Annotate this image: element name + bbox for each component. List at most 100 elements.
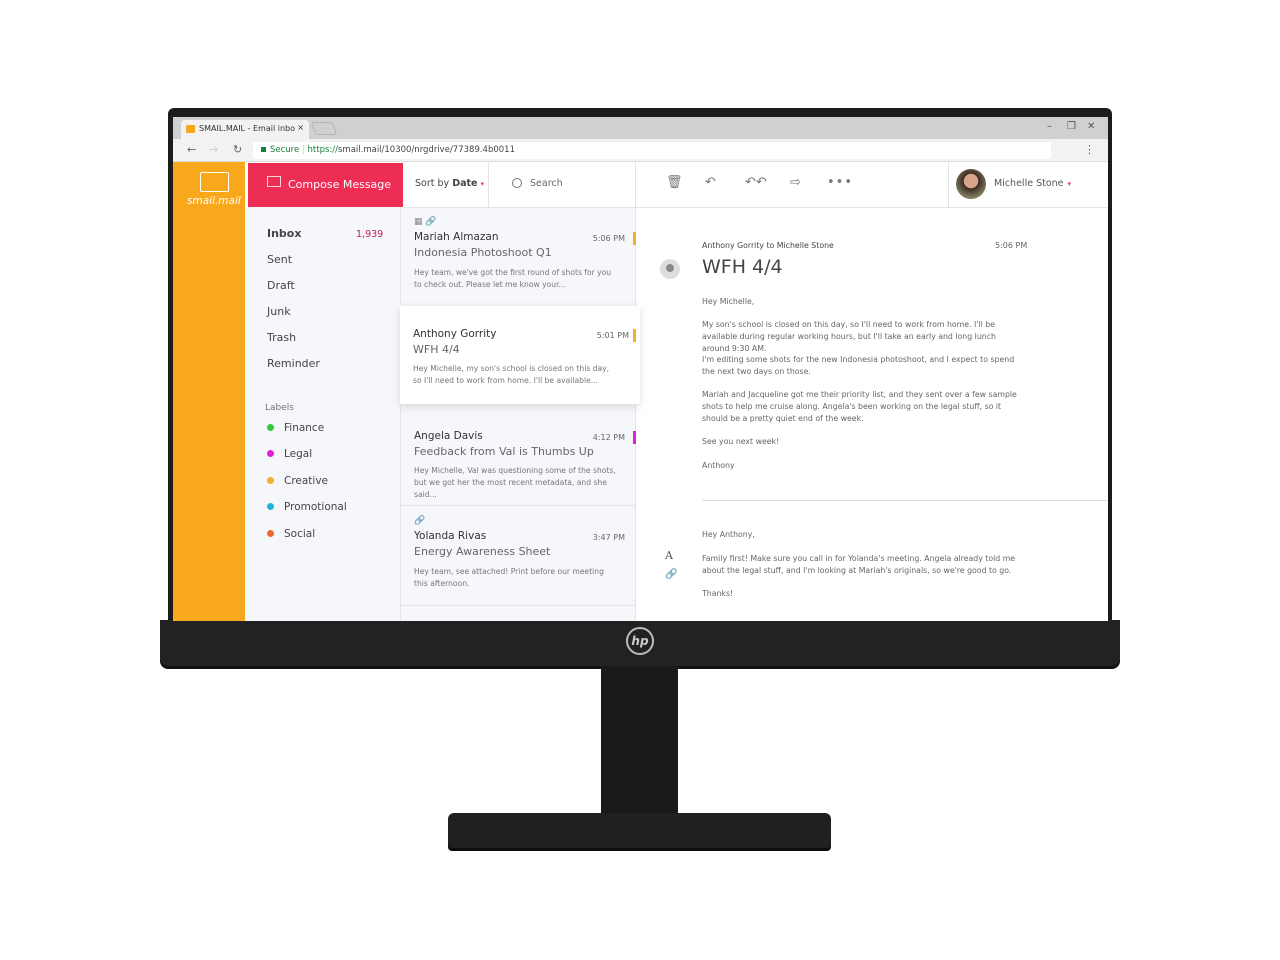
- nav-item-sent[interactable]: Sent: [267, 253, 292, 266]
- divider: [702, 500, 1108, 501]
- message-meta: Anthony Gorrity to Michelle Stone: [702, 241, 834, 250]
- sort-value: Date: [452, 178, 478, 189]
- more-icon[interactable]: •••: [827, 175, 853, 190]
- calendar-attachment-icon: ▦ 🔗: [414, 217, 437, 227]
- format-text-icon[interactable]: A: [665, 549, 673, 562]
- sender: Angela Davis: [414, 430, 483, 442]
- restore-icon[interactable]: ❐: [1067, 121, 1076, 132]
- browser-tab[interactable]: SMAIL.MAIL - Email inbo ×: [181, 120, 309, 139]
- mail-app: smail.mail Compose Message Inbox 1,939 S…: [173, 162, 1108, 621]
- reply-paragraph[interactable]: Hey Anthony,: [702, 529, 1022, 541]
- minimize-icon[interactable]: –: [1047, 121, 1052, 132]
- label-finance[interactable]: Finance: [267, 422, 324, 434]
- body-paragraph: I'm editing some shots for the new Indon…: [702, 355, 1015, 376]
- time: 5:06 PM: [592, 234, 625, 243]
- reply-paragraph[interactable]: Thanks!: [702, 588, 1022, 600]
- lock-icon: [261, 147, 266, 152]
- subject: Indonesia Photoshoot Q1: [414, 246, 552, 259]
- body-paragraph: Anthony: [702, 461, 735, 470]
- search-icon: [512, 178, 522, 188]
- sort-prefix: Sort by: [415, 178, 450, 189]
- caret-down-icon: ▾: [480, 180, 485, 188]
- secure-label: Secure: [270, 145, 300, 155]
- nav-item-inbox[interactable]: Inbox: [267, 227, 301, 240]
- nav-item-draft[interactable]: Draft: [267, 279, 295, 292]
- favicon-icon: [186, 125, 195, 133]
- back-icon[interactable]: ←: [187, 143, 196, 156]
- forward-icon[interactable]: ⇨: [790, 175, 801, 190]
- sender: Anthony Gorrity: [413, 328, 497, 340]
- compose-button[interactable]: Compose Message: [248, 163, 403, 207]
- brand-name: smail.mail: [187, 195, 241, 207]
- reload-icon[interactable]: ↻: [233, 143, 242, 156]
- header-bar: Sort by Date ▾ Search 🗑 ↶ ↶↶ ⇨ ••• Miche…: [403, 162, 1108, 208]
- nav-item-reminder[interactable]: Reminder: [267, 357, 320, 370]
- preview: Hey team, see attached! Print before our…: [414, 567, 604, 588]
- attachment-icon: 🔗: [414, 516, 426, 526]
- label-text: Promotional: [284, 501, 347, 513]
- avatar: [956, 169, 986, 199]
- list-item[interactable]: ▦ 🔗 Mariah Almazan 5:06 PM Indonesia Pho…: [401, 208, 636, 307]
- search-placeholder: Search: [530, 178, 563, 189]
- subject: Energy Awareness Sheet: [414, 545, 551, 558]
- attach-link-icon[interactable]: 🔗: [665, 569, 677, 580]
- inbox-count: 1,939: [356, 229, 384, 240]
- preview: Hey team, we've got the first round of s…: [414, 268, 612, 289]
- time: 4:12 PM: [592, 433, 625, 442]
- label-dot: [267, 477, 274, 484]
- nav-item-junk[interactable]: Junk: [267, 305, 291, 318]
- sender: Mariah Almazan: [414, 231, 499, 243]
- user-menu[interactable]: Michelle Stone ▾: [948, 162, 1108, 208]
- label-promotional[interactable]: Promotional: [267, 501, 347, 513]
- hp-logo: hp: [626, 627, 654, 655]
- tab-title: SMAIL.MAIL - Email inbo: [199, 124, 295, 133]
- caret-down-icon: ▾: [1067, 180, 1072, 188]
- sender-avatar: [660, 259, 680, 279]
- reply-paragraph[interactable]: Family first! Make sure you call in for …: [702, 553, 1022, 577]
- screen: SMAIL.MAIL - Email inbo × – ❐ ✕ ← → ↻ Sec…: [173, 117, 1108, 621]
- label-text: Legal: [284, 448, 313, 460]
- folder-nav: Inbox 1,939 Sent Draft Junk Trash Remind…: [245, 207, 401, 621]
- label-flag: [633, 329, 636, 342]
- label-dot: [267, 450, 274, 457]
- reply-icon[interactable]: ↶: [705, 175, 716, 190]
- body-paragraph: My son's school is closed on this day, s…: [702, 320, 996, 353]
- address-bar-row: ← → ↻ Secure | https://smail.mail/10300/…: [173, 139, 1108, 162]
- label-social[interactable]: Social: [267, 528, 315, 540]
- compose-label: Compose Message: [288, 178, 392, 191]
- close-tab-icon[interactable]: ×: [297, 123, 304, 132]
- monitor-stand-neck: [601, 666, 678, 816]
- body-paragraph: Hey Michelle,: [702, 297, 755, 306]
- label-creative[interactable]: Creative: [267, 475, 328, 487]
- labels-heading: Labels: [265, 403, 294, 413]
- label-dot: [267, 424, 274, 431]
- message-list: ▦ 🔗 Mariah Almazan 5:06 PM Indonesia Pho…: [400, 208, 640, 621]
- reply-all-icon[interactable]: ↶↶: [745, 175, 767, 190]
- sort-dropdown[interactable]: Sort by Date ▾: [403, 162, 489, 208]
- tab-strip: SMAIL.MAIL - Email inbo × – ❐ ✕: [173, 117, 1108, 139]
- label-dot: [267, 503, 274, 510]
- preview: Hey Michelle, Val was questioning some o…: [414, 466, 616, 499]
- label-text: Social: [284, 528, 316, 540]
- time: 3:47 PM: [592, 533, 625, 542]
- list-item-selected[interactable]: Anthony Gorrity 5:01 PM WFH 4/4 Hey Mich…: [400, 306, 640, 405]
- forward-nav-icon[interactable]: →: [209, 143, 218, 156]
- nav-item-trash[interactable]: Trash: [267, 331, 296, 344]
- url-field[interactable]: Secure | https://smail.mail/10300/nrgdri…: [253, 142, 1051, 159]
- list-item[interactable]: 🔗 Yolanda Rivas 3:47 PM Energy Awareness…: [401, 507, 636, 606]
- mail-logo-icon: [200, 172, 229, 192]
- body-paragraph: See you next week!: [702, 437, 780, 446]
- new-tab-button[interactable]: [310, 122, 338, 135]
- compose-icon: [267, 176, 281, 187]
- label-legal[interactable]: Legal: [267, 448, 312, 460]
- browser-menu-icon[interactable]: ⋮: [1084, 143, 1095, 156]
- search-input[interactable]: Search: [489, 162, 636, 208]
- message-time: 5:06 PM: [995, 241, 1028, 250]
- trash-icon[interactable]: 🗑: [666, 175, 683, 190]
- url-scheme: https://: [307, 145, 338, 155]
- url-text: smail.mail/10300/nrgdrive/77389.4b0011: [337, 145, 515, 155]
- brand-sidebar: smail.mail: [173, 162, 245, 621]
- monitor-stand-base: [448, 813, 831, 848]
- list-item[interactable]: Angela Davis 4:12 PM Feedback from Val i…: [401, 407, 636, 506]
- close-window-icon[interactable]: ✕: [1087, 121, 1095, 132]
